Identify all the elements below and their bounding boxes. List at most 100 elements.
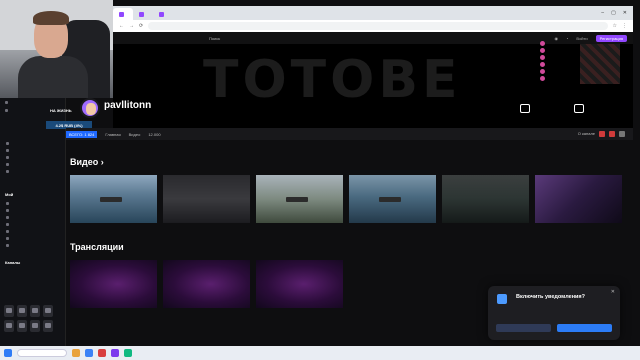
broadcast-thumbnail[interactable] — [256, 260, 343, 308]
window-controls: – ▢ ✕ — [601, 10, 633, 16]
item-icon — [6, 230, 9, 233]
close-icon[interactable]: ✕ — [611, 289, 615, 295]
broadcast-card[interactable] — [256, 260, 343, 313]
edge-icon[interactable] — [85, 349, 93, 357]
quick-action-tile[interactable] — [43, 305, 53, 317]
broadcast-card[interactable] — [70, 260, 157, 313]
video-thumbnail[interactable] — [163, 175, 250, 223]
app-icon[interactable] — [124, 349, 132, 357]
quick-action-tile[interactable] — [43, 320, 53, 332]
quick-action-tile[interactable] — [17, 305, 27, 317]
banner-art: TOTOBE — [203, 50, 462, 110]
sidebar-item[interactable] — [0, 214, 65, 221]
broadcast-thumbnail[interactable] — [70, 260, 157, 308]
sidebar-item[interactable] — [0, 161, 65, 168]
quick-action-tile[interactable] — [30, 305, 40, 317]
sidebar-item[interactable] — [0, 168, 65, 175]
sidebar-item[interactable] — [0, 140, 65, 147]
followers-count: 12.000 — [148, 131, 161, 137]
menu-icon[interactable]: ⋮ — [622, 23, 627, 29]
close-icon[interactable]: ✕ — [623, 10, 627, 16]
quick-action-tile[interactable] — [17, 320, 27, 332]
minimize-icon[interactable]: – — [601, 10, 604, 16]
broadcast-thumbnail[interactable] — [163, 260, 250, 308]
back-icon[interactable]: ← — [119, 23, 124, 29]
more-icon[interactable] — [619, 131, 625, 137]
maximize-icon[interactable]: ▢ — [611, 10, 616, 16]
app-icon[interactable] — [111, 349, 119, 357]
videos-grid — [70, 175, 622, 228]
follow-button[interactable] — [520, 104, 530, 113]
tab-videos[interactable]: Видео — [129, 132, 141, 137]
app-icon — [45, 323, 51, 328]
video-card[interactable] — [535, 175, 622, 228]
video-icon — [6, 156, 9, 159]
chat-line — [540, 47, 610, 54]
star-icon[interactable]: ☆ — [613, 23, 617, 29]
video-card[interactable] — [70, 175, 157, 228]
browser-tab[interactable] — [133, 8, 153, 20]
streamer-body — [18, 56, 88, 98]
cancel-button[interactable] — [496, 324, 551, 332]
sidebar-item[interactable] — [0, 242, 65, 249]
tab-home[interactable]: Главная — [105, 132, 120, 137]
webcam-feed — [0, 0, 113, 98]
video-card[interactable] — [163, 175, 250, 228]
sidebar-item[interactable] — [0, 228, 65, 235]
social-icon[interactable] — [609, 131, 615, 137]
donation-label: НА ЖИЗНЬ — [50, 108, 72, 113]
sidebar-section-title: Мой — [5, 192, 14, 197]
video-thumbnail[interactable] — [535, 175, 622, 223]
video-card[interactable] — [349, 175, 436, 228]
goal-badge: ВСЕГО: 1 824 — [66, 130, 98, 138]
browser-tab[interactable] — [153, 8, 173, 20]
social-icon[interactable] — [599, 131, 605, 137]
confirm-button[interactable] — [557, 324, 612, 332]
quick-action-tile[interactable] — [30, 320, 40, 332]
sidebar-item[interactable] — [0, 147, 65, 154]
channel-avatar[interactable] — [80, 98, 100, 118]
dialog-title: Включить уведомления? — [516, 294, 585, 300]
chat-line — [540, 54, 610, 61]
video-card[interactable] — [442, 175, 529, 228]
sidebar-item[interactable] — [0, 200, 65, 207]
item-icon — [6, 223, 9, 226]
quick-actions — [4, 305, 64, 332]
browser-tab-active[interactable] — [113, 8, 133, 20]
app-icon — [45, 308, 51, 313]
forward-icon[interactable]: → — [129, 23, 134, 29]
video-thumbnail[interactable] — [256, 175, 343, 223]
item-icon — [6, 244, 9, 247]
start-icon[interactable] — [4, 349, 12, 357]
broadcast-card[interactable] — [163, 260, 250, 313]
item-icon — [6, 237, 9, 240]
item-icon — [6, 216, 9, 219]
video-thumbnail[interactable] — [70, 175, 157, 223]
app-icon[interactable] — [98, 349, 106, 357]
sidebar-item[interactable] — [0, 207, 65, 214]
chat-line — [540, 40, 610, 47]
app-icon — [19, 308, 25, 313]
taskbar-search[interactable] — [17, 349, 67, 357]
folder-icon[interactable] — [72, 349, 80, 357]
sidebar-item[interactable] — [0, 221, 65, 228]
app-icon — [6, 323, 12, 328]
reload-icon[interactable]: ⟳ — [139, 23, 143, 29]
url-input[interactable] — [148, 22, 608, 30]
quick-action-tile[interactable] — [4, 320, 14, 332]
videos-section-title[interactable]: Видео › — [70, 157, 104, 167]
search-input[interactable]: Поиск — [209, 36, 220, 41]
video-card[interactable] — [256, 175, 343, 228]
tab-about[interactable]: О канале — [578, 131, 595, 137]
sidebar-item[interactable] — [0, 235, 65, 242]
subscribe-button[interactable] — [574, 104, 584, 113]
chat-overlay — [540, 40, 610, 102]
item-icon — [6, 202, 9, 205]
sidebar-item[interactable] — [0, 154, 65, 161]
video-thumbnail[interactable] — [349, 175, 436, 223]
quick-action-tile[interactable] — [4, 305, 14, 317]
video-thumbnail[interactable] — [442, 175, 529, 223]
chat-line — [540, 75, 610, 82]
home-icon — [6, 142, 9, 145]
bell-icon — [497, 294, 507, 304]
